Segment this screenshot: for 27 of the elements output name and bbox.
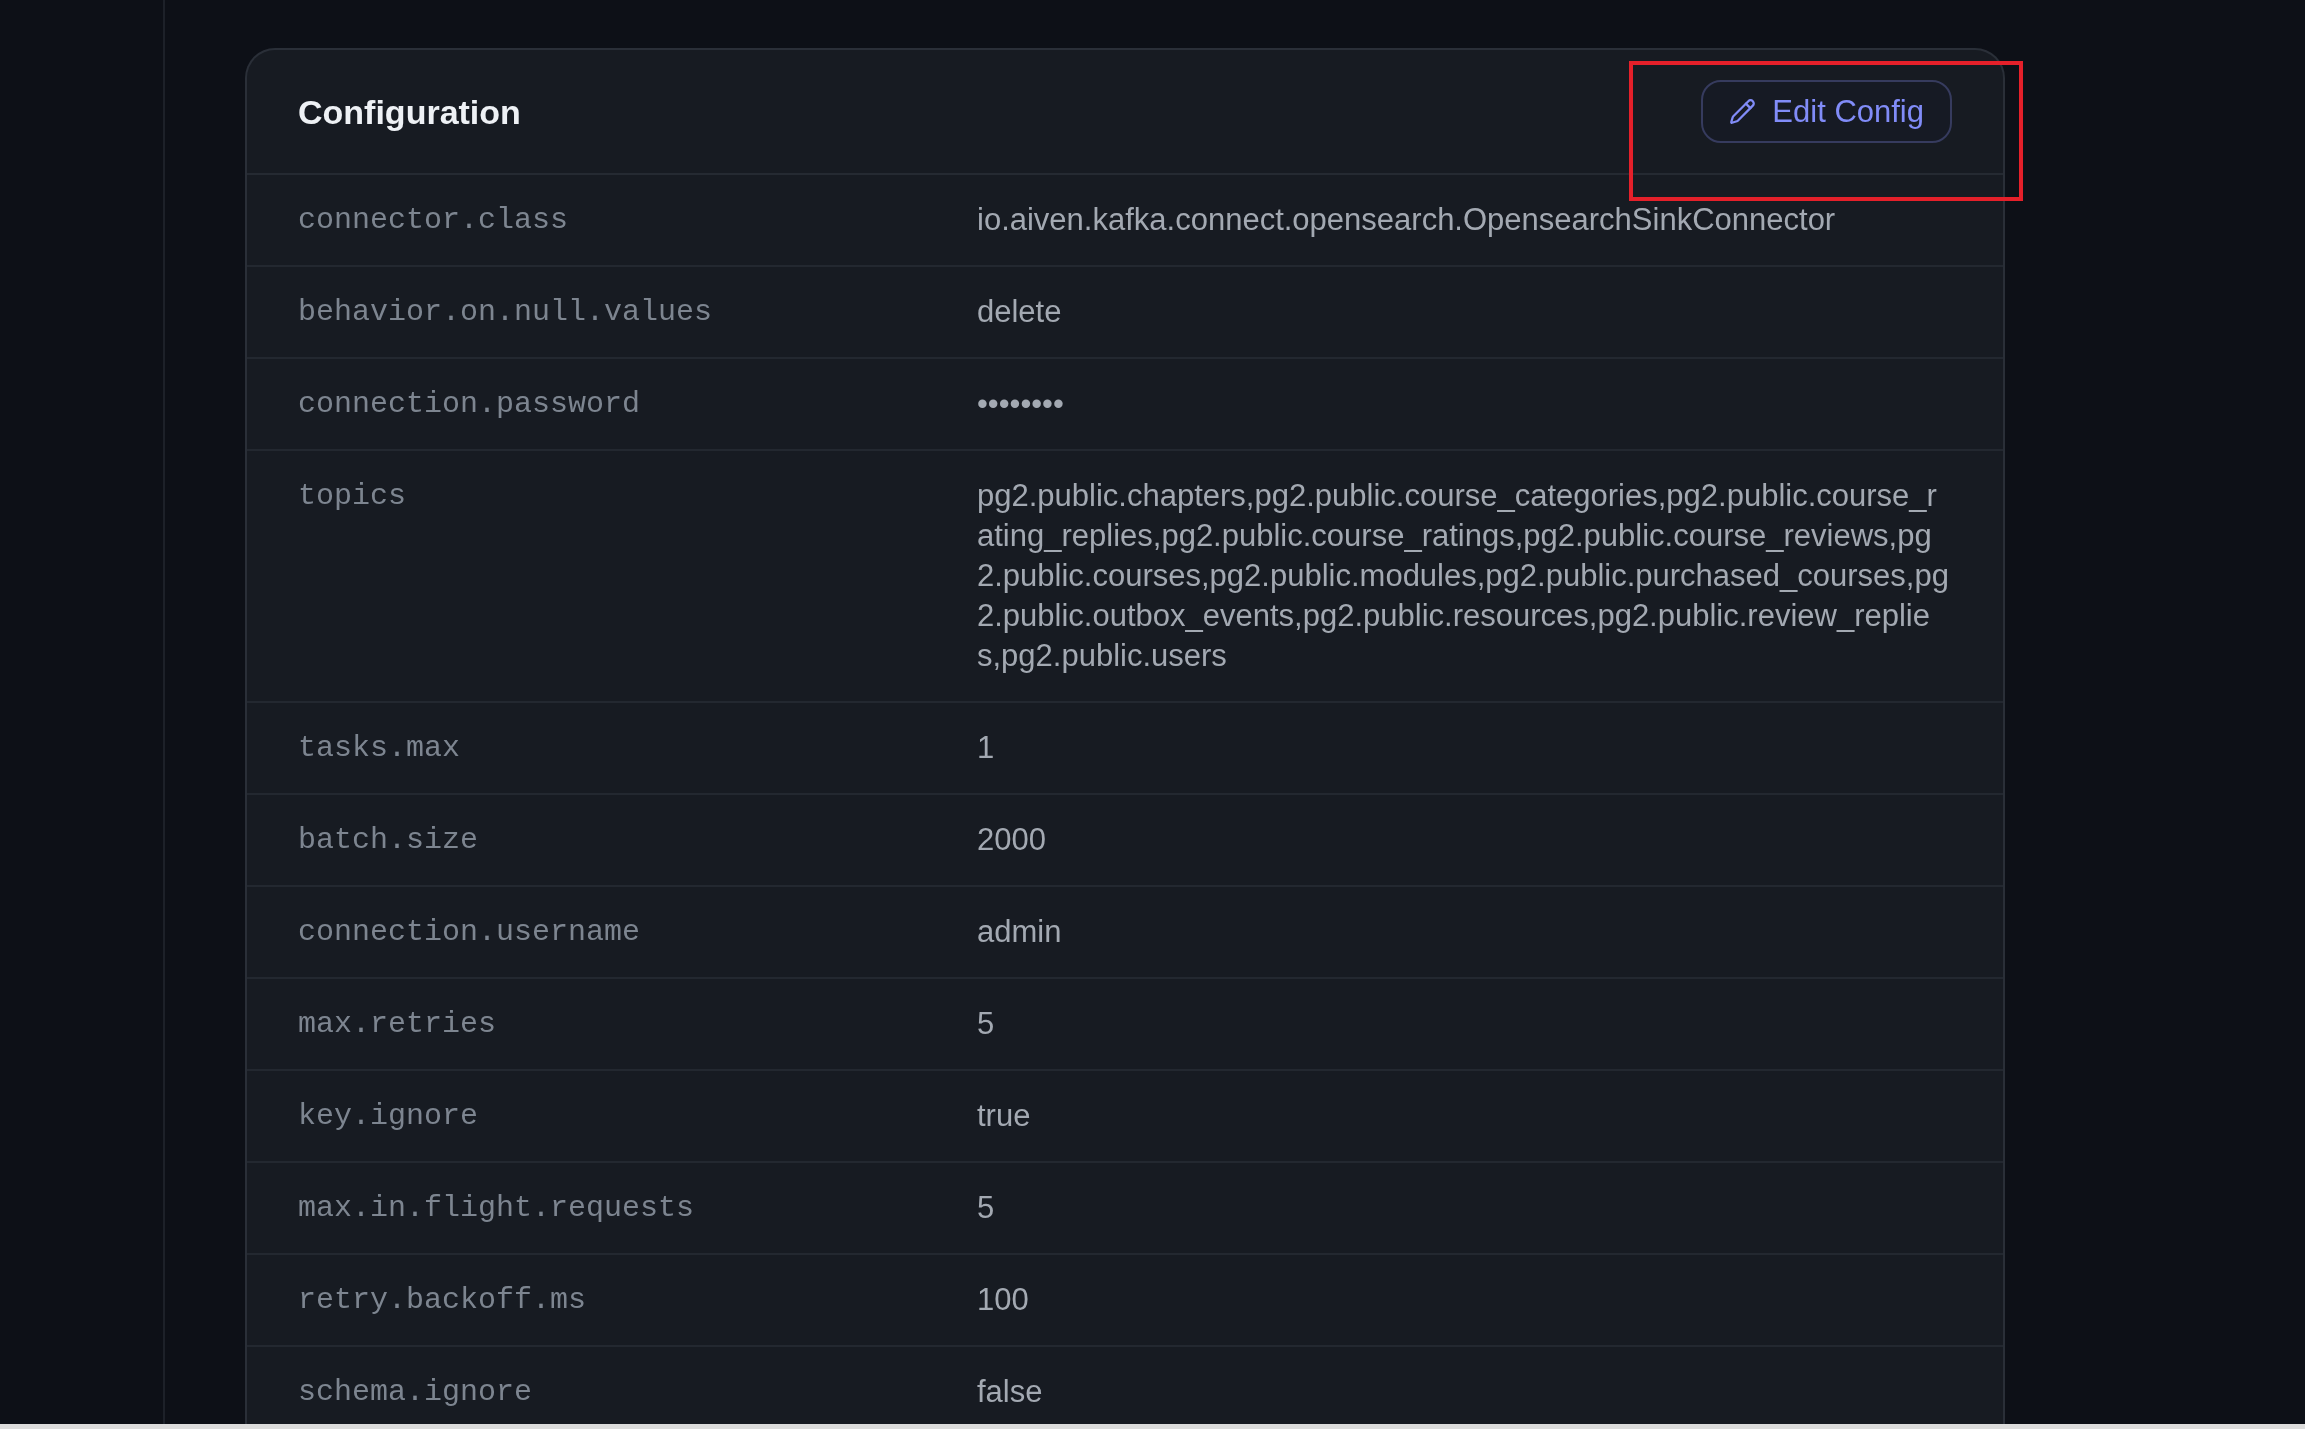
config-key: schema.ignore [298,1372,533,1412]
config-value: 100 [977,1281,1030,1319]
config-value: •••••••• [977,385,1065,423]
config-value: io.aiven.kafka.connect.opensearch.OpensearchSinkConnector [977,201,1837,239]
config-key: connector.class [298,200,569,240]
config-key: retry.backoff.ms [298,1280,587,1320]
config-key: connection.password [298,384,641,424]
config-value: pg2.public.chapters,pg2.public.course_categories,pg2.public.course_rating_replies,pg2.public.course_ratings,pg2.public.course_reviews,pg2.public.courses,pg2.public.modules,pg2.public.purchased_courses,pg2.public.outbox_events,pg2.public.resources,pg2.public.review_replies,pg2.public.users [977,477,1950,675]
config-key: topics [298,476,407,516]
pencil-icon [1729,98,1757,125]
edit-config-button[interactable]: Edit Config [1701,80,1952,143]
config-key: connection.username [298,912,641,952]
config-key: behavior.on.null.values [298,292,713,332]
config-value: delete [977,293,1063,331]
config-key: tasks.max [298,728,461,768]
config-value: 1 [977,729,996,767]
config-value: admin [977,913,1063,951]
config-value: 5 [977,1189,996,1227]
config-key: batch.size [298,820,479,860]
card-title: Configuration [298,91,521,132]
config-key: key.ignore [298,1096,479,1136]
config-value: 2000 [977,821,1047,859]
config-key: max.in.flight.requests [298,1188,695,1228]
config-key: max.retries [298,1004,497,1044]
config-value: 5 [977,1005,996,1043]
config-value: true [977,1097,1032,1135]
config-value: false [977,1373,1044,1411]
